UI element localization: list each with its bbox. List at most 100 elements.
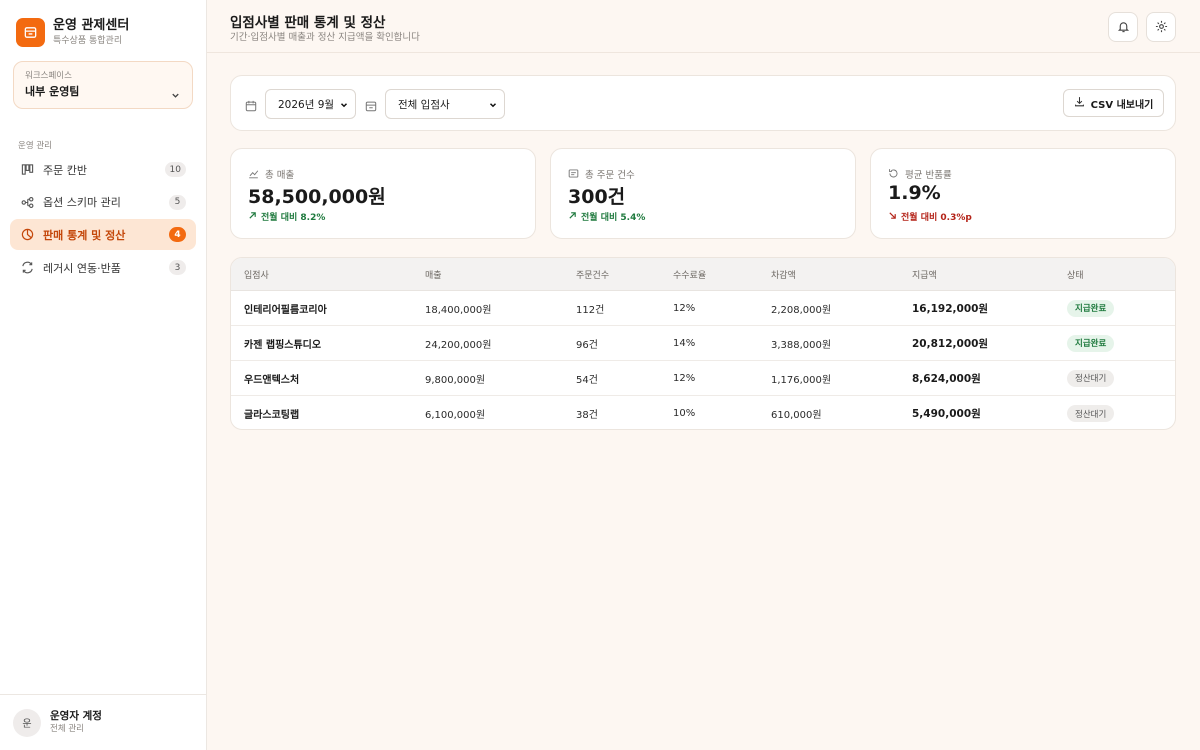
status-badge: 지급완료 [1067, 299, 1115, 317]
bell-icon [1117, 18, 1130, 37]
nav-section-label: 운영 관리 [18, 141, 52, 151]
kanban-icon [20, 163, 34, 177]
table-row[interactable]: 글라스코팅랩 6,100,000원 38건 10% 610,000원 5,490… [231, 396, 1175, 429]
sidebar: 운영 관제센터 특수상품 통합관리 워크스페이스 내부 운영팀 운영 관리 주문… [0, 0, 207, 750]
receipt-icon [568, 164, 579, 183]
stat-delta: 전월 대비 8.2% [248, 210, 325, 223]
pie-chart-icon [20, 228, 34, 242]
sales-cell: 18,400,000원 [425, 304, 492, 316]
status-cell: 정산대기 [1067, 361, 1115, 395]
trend-icon [248, 164, 259, 183]
avatar: 운 [13, 708, 41, 737]
table-row[interactable]: 카젠 랩핑스튜디오 24,200,000원 96건 14% 3,388,000원… [231, 326, 1175, 361]
vendor-select-value: 전체 입점사 [398, 98, 450, 111]
notifications-button[interactable] [1108, 12, 1138, 42]
sync-icon [20, 261, 34, 275]
user-name: 운영자 계정 [50, 710, 102, 722]
fee-rate-cell: 14% [673, 337, 696, 349]
sidebar-item-label: 옵션 스키마 관리 [43, 196, 121, 210]
vendor-cell: 글라스코팅랩 [244, 410, 300, 421]
stat-delta-text: 전월 대비 0.3%p [901, 213, 972, 223]
stat-label: 총 매출 [265, 169, 295, 181]
stat-label: 평균 반품률 [905, 169, 952, 181]
fee-rate-cell: 12% [673, 372, 696, 384]
brand-subtitle: 특수상품 통합관리 [53, 36, 123, 46]
orders-cell: 96건 [576, 339, 598, 351]
filter-bar: 2026년 9월 전체 입점사 CSV 내보내기 [230, 75, 1176, 131]
table-row[interactable]: 인테리어필름코리아 18,400,000원 112건 12% 2,208,000… [231, 291, 1175, 326]
stat-card-return-rate: 평균 반품률 1.9% 전월 대비 0.3%p [870, 148, 1176, 239]
sales-cell: 6,100,000원 [425, 410, 486, 421]
page-subtitle: 기간·입점사별 매출과 정산 지급액을 확인합니다 [230, 32, 420, 43]
csv-export-button[interactable]: CSV 내보내기 [1063, 89, 1164, 117]
settings-button[interactable] [1146, 12, 1176, 42]
sidebar-item-sales-settlement[interactable]: 판매 통계 및 정산 4 [10, 219, 196, 251]
orders-cell: 38건 [576, 410, 598, 421]
chevron-down-icon [488, 100, 498, 113]
calendar-icon [245, 97, 257, 116]
csv-export-label: CSV 내보내기 [1090, 99, 1154, 111]
orders-cell: 54건 [576, 374, 598, 386]
schema-icon [20, 195, 34, 209]
download-icon [1074, 96, 1085, 110]
status-cell: 지급완료 [1067, 326, 1115, 360]
workspace-selector[interactable]: 워크스페이스 내부 운영팀 [13, 61, 193, 109]
brand-title: 운영 관제센터 [53, 18, 130, 33]
sales-cell: 24,200,000원 [425, 339, 492, 351]
payout-cell: 8,624,000원 [912, 372, 981, 385]
stat-delta-text: 전월 대비 5.4% [581, 213, 646, 223]
vendor-cell: 인테리어필름코리아 [244, 304, 327, 316]
deduction-cell: 2,208,000원 [771, 304, 832, 316]
vendor-cell: 카젠 랩핑스튜디오 [244, 339, 322, 351]
fee-rate-cell: 10% [673, 408, 696, 419]
workspace-label: 워크스페이스 [25, 71, 72, 81]
sidebar-item-order-kanban[interactable]: 주문 칸반 10 [10, 154, 196, 185]
store-icon [365, 97, 377, 116]
stat-card-total-sales: 총 매출 58,500,000원 전월 대비 8.2% [230, 148, 536, 239]
period-select[interactable]: 2026년 9월 [265, 89, 356, 119]
status-badge: 정산대기 [1067, 405, 1115, 422]
user-account[interactable]: 운 운영자 계정 전체 관리 [0, 694, 206, 750]
table-row[interactable]: 우드앤텍스처 9,800,000원 54건 12% 1,176,000원 8,6… [231, 361, 1175, 396]
sidebar-item-legacy-returns[interactable]: 레거시 연동·반품 3 [10, 252, 196, 283]
payout-cell: 16,192,000원 [912, 302, 989, 315]
column-header-deduction[interactable]: 차감액 [771, 258, 796, 290]
brand: 운영 관제센터 특수상품 통합관리 [16, 18, 129, 47]
store-icon [16, 18, 45, 47]
sales-cell: 9,800,000원 [425, 374, 486, 386]
settlement-table: 입점사 매출 주문건수 수수료율 차감액 지급액 상태 인테리어필름코리아 18… [230, 257, 1176, 430]
status-cell: 정산대기 [1067, 396, 1115, 429]
vendor-select[interactable]: 전체 입점사 [385, 89, 505, 119]
period-select-value: 2026년 9월 [278, 98, 335, 111]
return-icon [888, 164, 899, 183]
stat-label: 총 주문 건수 [585, 169, 635, 181]
orders-cell: 112건 [576, 304, 605, 316]
count-badge: 3 [169, 260, 186, 276]
column-header-payout[interactable]: 지급액 [912, 258, 937, 290]
column-header-sales[interactable]: 매출 [425, 258, 442, 290]
arrow-up-right-icon [568, 211, 577, 223]
deduction-cell: 610,000원 [771, 410, 822, 421]
sidebar-item-option-schema[interactable]: 옵션 스키마 관리 5 [10, 187, 196, 218]
sidebar-nav: 주문 칸반 10 옵션 스키마 관리 5 판매 통계 및 정산 4 레거시 연동… [10, 154, 196, 285]
stat-delta-text: 전월 대비 8.2% [261, 213, 326, 223]
stat-card-total-orders: 총 주문 건수 300건 전월 대비 5.4% [550, 148, 856, 239]
status-badge: 정산대기 [1067, 369, 1115, 387]
fee-rate-cell: 12% [673, 302, 696, 314]
status-cell: 지급완료 [1067, 291, 1115, 325]
stat-value: 58,500,000원 [248, 186, 386, 208]
column-header-vendor[interactable]: 입점사 [244, 258, 269, 290]
count-badge: 5 [169, 194, 186, 210]
chevron-down-icon [339, 100, 349, 113]
stat-value: 1.9% [888, 182, 941, 204]
column-header-fee-rate[interactable]: 수수료율 [673, 258, 706, 290]
deduction-cell: 3,388,000원 [771, 339, 832, 351]
arrow-up-right-icon [248, 211, 257, 223]
payout-cell: 5,490,000원 [912, 408, 981, 420]
stat-delta: 전월 대비 0.3%p [888, 210, 972, 223]
page-title: 입점사별 판매 통계 및 정산 [230, 15, 386, 31]
user-role: 전체 관리 [50, 724, 84, 734]
stat-delta: 전월 대비 5.4% [568, 210, 645, 223]
column-header-orders[interactable]: 주문건수 [576, 258, 609, 290]
column-header-status[interactable]: 상태 [1067, 258, 1084, 290]
